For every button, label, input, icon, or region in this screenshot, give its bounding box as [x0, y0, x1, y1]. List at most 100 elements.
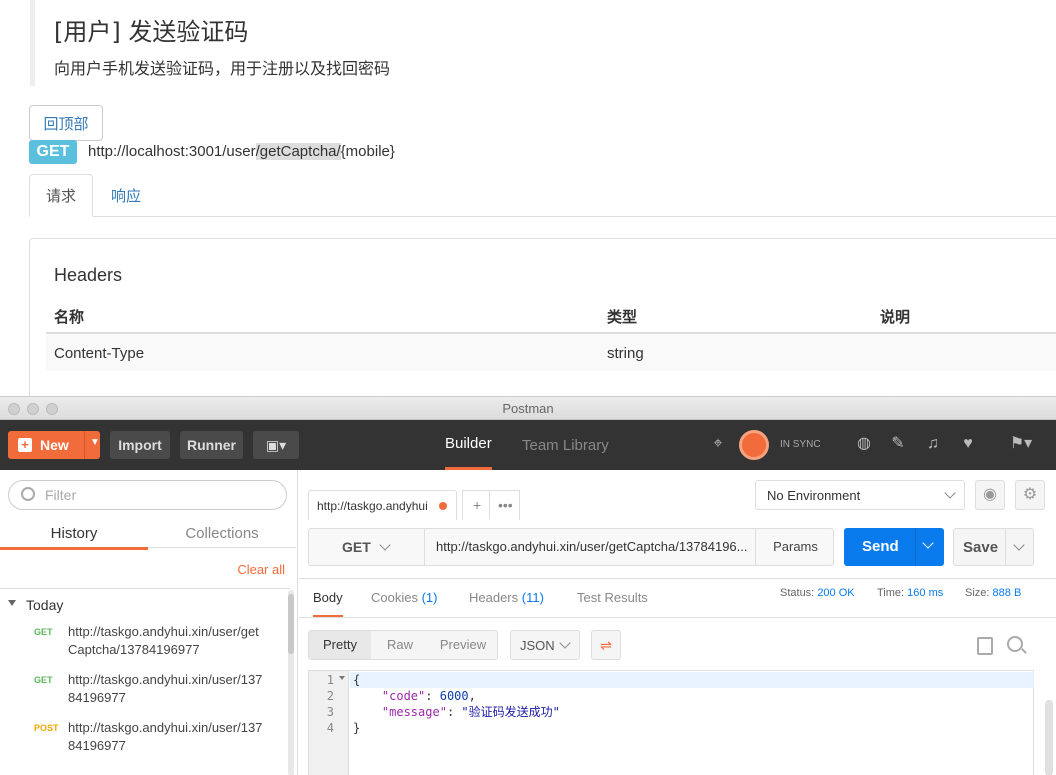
tab-actions: + •••	[462, 490, 520, 520]
json-key: "code"	[381, 689, 426, 703]
chevron-down-icon[interactable]	[1013, 539, 1025, 551]
search-icon	[21, 487, 35, 501]
list-item[interactable]: POST http://taskgo.andyhui.xin/user/1378…	[0, 719, 290, 767]
sync-icon[interactable]	[739, 430, 769, 460]
format-raw[interactable]: Raw	[371, 631, 429, 659]
history-group-today[interactable]: Today	[0, 588, 290, 616]
json-key: "message"	[381, 705, 447, 719]
heart-icon[interactable]: ♥	[959, 435, 977, 453]
tab-collections[interactable]: Collections	[148, 520, 296, 548]
chevron-down-icon[interactable]	[922, 537, 934, 549]
environment-select[interactable]: No Environment	[755, 480, 965, 510]
wrench-icon[interactable]: ✎	[889, 435, 907, 453]
code-line: {	[350, 672, 1034, 688]
history-method: GET	[34, 627, 53, 637]
doc-tabs: 请求 响应	[29, 174, 1056, 217]
format-select[interactable]: JSON	[510, 630, 580, 660]
tab-headers[interactable]: Headers (11)	[469, 579, 544, 617]
save-button[interactable]: Save	[953, 528, 1034, 566]
tab-cookies-label: Cookies	[371, 590, 418, 605]
url-input[interactable]: http://taskgo.andyhui.xin/user/getCaptch…	[436, 539, 756, 554]
satellite-icon[interactable]: ⌖	[709, 435, 727, 453]
endpoint-url: http://localhost:3001/user/getCaptcha/{m…	[88, 143, 395, 160]
window-titlebar: Postman	[0, 397, 1056, 420]
request-tab-title: http://taskgo.andyhui	[317, 499, 428, 513]
search-icon[interactable]	[1007, 636, 1023, 652]
tab-request[interactable]: 请求	[29, 174, 93, 217]
headers-title: Headers	[54, 265, 123, 285]
line-number: 4	[326, 721, 334, 735]
more-icon[interactable]: •••	[498, 497, 513, 513]
new-button[interactable]: + New ▼	[8, 431, 100, 459]
environment-label: No Environment	[767, 488, 861, 503]
line-number: 2	[326, 689, 334, 703]
api-doc-page: [用户] 发送验证码 向用户手机发送验证码，用于注册以及找回密码 回顶部 GET…	[0, 0, 1056, 408]
add-tab-icon[interactable]: +	[473, 497, 481, 513]
tab-body[interactable]: Body	[313, 579, 343, 617]
column-type: 类型	[607, 308, 638, 326]
format-toggle: Pretty Raw Preview	[308, 630, 498, 660]
tab-history[interactable]: History	[0, 520, 148, 550]
clear-all-link[interactable]: Clear all	[237, 562, 285, 577]
back-to-top-button[interactable]: 回顶部	[29, 105, 103, 141]
time-value: 160 ms	[907, 587, 944, 599]
globe-icon[interactable]: ◍	[855, 435, 873, 453]
request-tab[interactable]: http://taskgo.andyhui	[308, 490, 457, 520]
copy-icon[interactable]	[977, 637, 993, 655]
window-title: Postman	[502, 401, 554, 416]
headers-count: (11)	[521, 590, 544, 605]
status-value: 200 OK	[817, 587, 855, 599]
format-preview[interactable]: Preview	[429, 631, 497, 659]
method-select[interactable]: GET	[309, 529, 425, 565]
chevron-down-icon	[379, 539, 391, 551]
new-window-button[interactable]: ▣▾	[253, 431, 299, 459]
tab-team-library[interactable]: Team Library	[522, 420, 609, 470]
sidebar: Filter History Collections Clear all Tod…	[0, 470, 298, 775]
list-item[interactable]: GET http://taskgo.andyhui.xin/user/13784…	[0, 671, 290, 719]
column-name: 名称	[54, 308, 85, 326]
response-tabs: Body Cookies (1) Headers (11) Test Resul…	[299, 578, 1056, 618]
filter-input[interactable]: Filter	[8, 480, 287, 510]
method-badge: GET	[29, 140, 77, 164]
status-label: Status:	[780, 587, 815, 599]
import-button[interactable]: Import	[110, 431, 170, 459]
gear-icon[interactable]: ⚙	[1015, 480, 1045, 510]
request-builder: http://taskgo.andyhui + ••• No Environme…	[299, 470, 1056, 775]
send-button-label: Send	[862, 538, 899, 555]
runner-button[interactable]: Runner	[180, 431, 243, 459]
unsaved-dot-icon	[439, 502, 447, 510]
tab-builder[interactable]: Builder	[445, 420, 492, 470]
tab-cookies[interactable]: Cookies (1)	[371, 579, 437, 617]
params-button[interactable]: Params	[755, 529, 835, 565]
fold-icon[interactable]	[339, 676, 345, 680]
scrollbar-thumb[interactable]	[288, 594, 294, 654]
column-description: 说明	[880, 308, 911, 326]
list-item[interactable]: GET http://taskgo.andyhui.xin/user/getCa…	[0, 623, 290, 671]
sync-status: IN SYNC	[780, 439, 821, 450]
tab-response[interactable]: 响应	[95, 174, 157, 217]
caret-down-icon	[8, 600, 16, 606]
bell-icon[interactable]: ♫	[924, 435, 942, 453]
main-scrollbar[interactable]	[1045, 700, 1053, 775]
line-gutter: 1 2 3 4	[309, 671, 349, 775]
caret-down-icon[interactable]: ▼	[90, 437, 100, 448]
code-line: }	[353, 721, 361, 735]
response-body-editor[interactable]: 1 2 3 4 { "code": 6000, "message": "验证码发…	[308, 670, 1034, 775]
line-number: 3	[326, 705, 334, 719]
new-window-icon: ▣▾	[265, 436, 287, 453]
new-button-separator	[84, 431, 85, 459]
new-button-label: New	[40, 437, 69, 453]
response-time: Time: 160 ms	[877, 587, 943, 599]
response-status: Status: 200 OK	[780, 587, 855, 599]
wrap-lines-icon[interactable]: ⇌	[591, 630, 621, 660]
format-pretty[interactable]: Pretty	[309, 631, 371, 659]
json-value: 6000	[439, 689, 469, 703]
sidebar-scrollbar[interactable]	[288, 590, 294, 775]
send-button[interactable]: Send	[844, 528, 944, 566]
user-menu-icon[interactable]: ⚑▾	[1006, 435, 1036, 453]
eye-icon[interactable]: ◉	[975, 480, 1005, 510]
json-value: "验证码发送成功"	[461, 705, 560, 719]
size-label: Size:	[965, 587, 990, 599]
send-button-separator	[915, 528, 916, 566]
tab-test-results[interactable]: Test Results	[577, 579, 648, 617]
